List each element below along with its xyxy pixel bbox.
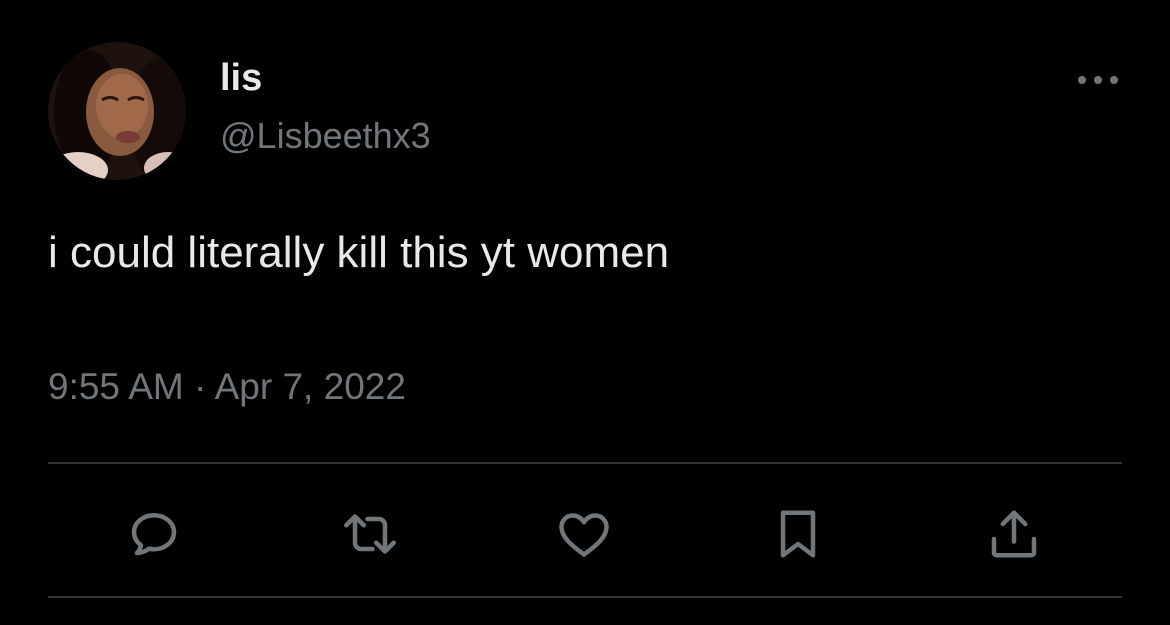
- avatar-image: [48, 42, 186, 180]
- share-button[interactable]: [984, 504, 1044, 564]
- bookmark-icon: [780, 510, 816, 558]
- tweet-timestamp[interactable]: 9:55 AM · Apr 7, 2022: [48, 364, 406, 410]
- action-bar: [48, 496, 1122, 568]
- share-icon: [991, 510, 1037, 558]
- bookmark-button[interactable]: [768, 504, 828, 564]
- display-name[interactable]: lis: [220, 56, 262, 100]
- divider: [48, 596, 1122, 598]
- reply-button[interactable]: [124, 504, 184, 564]
- tweet-card: lis @Lisbeethx3 i could literally kill t…: [0, 0, 1170, 625]
- more-horizontal-icon: [1078, 76, 1118, 84]
- retweet-button[interactable]: [340, 504, 400, 564]
- retweet-icon: [344, 514, 396, 554]
- avatar[interactable]: [48, 42, 186, 180]
- heart-icon: [559, 513, 609, 557]
- like-button[interactable]: [554, 504, 614, 564]
- user-handle[interactable]: @Lisbeethx3: [220, 114, 431, 158]
- tweet-date: Apr 7, 2022: [214, 366, 406, 407]
- more-options-button[interactable]: [1070, 62, 1126, 98]
- divider: [48, 462, 1122, 464]
- tweet-text: i could literally kill this yt women: [48, 228, 670, 277]
- tweet-time: 9:55 AM: [48, 366, 184, 407]
- reply-icon: [131, 513, 177, 556]
- meta-separator: ·: [194, 366, 207, 407]
